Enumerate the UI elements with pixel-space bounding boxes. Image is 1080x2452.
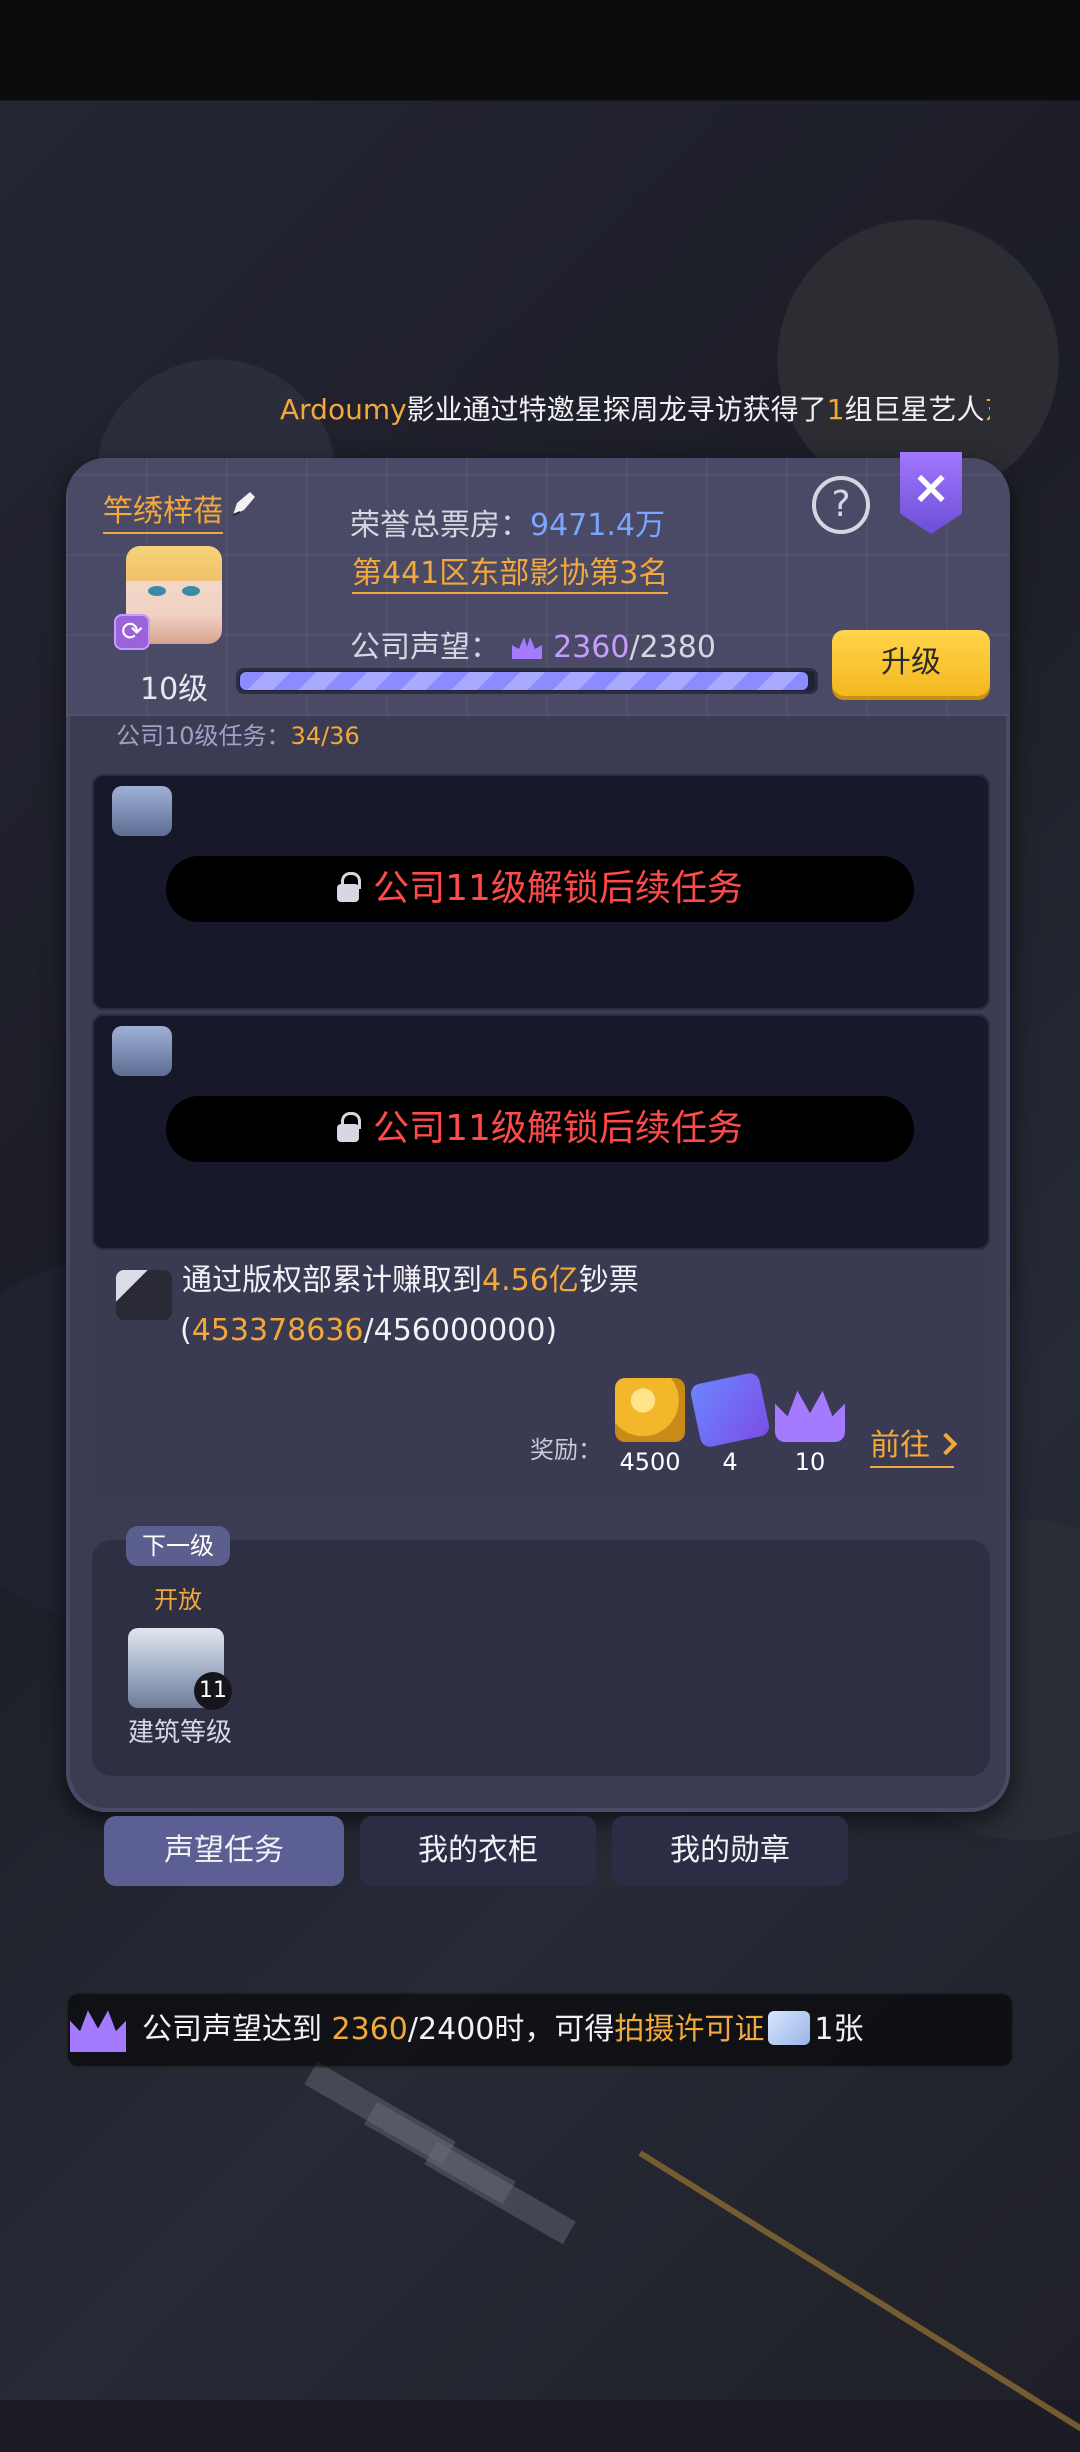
locked-task-pill: 公司11级解锁后续任务 — [166, 856, 914, 922]
task-amount: 4.56亿 — [482, 1263, 579, 1298]
banner-target: /2400时，可得 — [407, 2012, 615, 2047]
edit-icon[interactable] — [228, 490, 258, 520]
building-level-label: 建筑等级 — [128, 1718, 233, 1748]
upgrade-button[interactable]: 升级 — [832, 630, 990, 696]
reputation-max: /2380 — [629, 630, 716, 665]
banner-current: 2360 — [331, 2012, 408, 2047]
reward-coin: 4500 — [610, 1378, 690, 1478]
task-prefix: 通过版权部累计赚取到 — [182, 1263, 482, 1298]
tab-medals[interactable]: 我的勋章 — [612, 1816, 848, 1886]
task-open-paren: ( — [180, 1313, 192, 1348]
coin-icon — [615, 1378, 685, 1442]
clapperboard-icon — [116, 1270, 172, 1320]
bottom-tabs: 声望任务 我的衣柜 我的勋章 — [104, 1816, 852, 1886]
goto-label: 前往 — [870, 1428, 930, 1463]
chevron-right-icon — [934, 1432, 958, 1456]
task-header: 公司10级任务：34/36 — [92, 710, 992, 762]
progress-fill — [240, 672, 808, 690]
status-bar — [0, 0, 1080, 100]
swap-avatar-icon[interactable]: ⟳ — [114, 614, 150, 650]
permit-icon — [768, 2011, 811, 2045]
next-level-tag: 下一级 — [126, 1526, 230, 1566]
ticker-text: 组巨星艺人 — [844, 393, 985, 426]
locked-task-text: 公司11级解锁后续任务 — [373, 868, 743, 909]
reward-crown: 10 — [770, 1378, 850, 1478]
tab-wardrobe[interactable]: 我的衣柜 — [360, 1816, 596, 1886]
ticker-text: 影业通过特邀星探周龙寻访获得了 — [406, 393, 827, 426]
crown-icon — [775, 1390, 845, 1442]
task-target: /456000000) — [363, 1313, 558, 1348]
ticker-company: Ardoumy — [280, 393, 407, 426]
reputation-progress-bar — [236, 668, 818, 694]
locked-task-pill: 公司11级解锁后续任务 — [166, 1096, 914, 1162]
active-task-text: 通过版权部累计赚取到4.56亿钞票 (453378636/456000000) — [180, 1256, 639, 1356]
banner-suffix: 1张 — [814, 2012, 864, 2047]
task-line-1: 通过版权部累计赚取到4.56亿钞票 — [182, 1256, 639, 1306]
reward-ticket: 4 — [689, 1371, 771, 1478]
ticket-icon — [689, 1371, 771, 1449]
task-line-2: (453378636/456000000) — [180, 1306, 639, 1356]
news-ticker: Ardoumy影业通过特邀星探周龙寻访获得了1组巨星艺人东方 — [280, 380, 990, 440]
help-icon[interactable]: ? — [812, 476, 870, 534]
open-label: 开放 — [154, 1586, 202, 1614]
task-header-value: 34/36 — [290, 722, 360, 750]
building-level-badge: 11 — [194, 1672, 232, 1710]
goto-link[interactable]: 前往 — [870, 1420, 958, 1468]
task-header-label: 公司10级任务： — [116, 722, 291, 750]
player-name[interactable]: 竿绣梓蓓 — [103, 486, 223, 534]
reward-count: 10 — [794, 1448, 826, 1476]
ticker-num: 1 — [826, 393, 845, 426]
banner-prefix: 公司声望达到 — [142, 2012, 332, 2047]
banner-item: 拍摄许可证 — [614, 2012, 765, 2047]
idea-icon — [112, 1026, 172, 1076]
reputation-label: 公司声望： — [350, 630, 500, 665]
reward-count: 4500 — [619, 1448, 681, 1476]
task-current: 453378636 — [191, 1313, 364, 1348]
lock-icon — [337, 1112, 362, 1142]
box-office-title: 荣誉总票房： — [350, 508, 530, 543]
player-level: 10级 — [140, 672, 209, 707]
tab-reputation-tasks[interactable]: 声望任务 — [104, 1816, 344, 1886]
reputation-line: 公司声望： 2360/2380 — [350, 622, 716, 666]
rank-text[interactable]: 第441区东部影协第3名 — [352, 548, 669, 594]
box-office-label: 荣誉总票房：9471.4万 — [350, 500, 665, 544]
task-suffix: 钞票 — [578, 1263, 639, 1298]
building-icon — [112, 786, 172, 836]
ticker-artist: 东方 — [985, 393, 990, 426]
lock-icon — [337, 872, 362, 902]
locked-task-text: 公司11级解锁后续任务 — [373, 1108, 743, 1149]
reputation-current: 2360 — [553, 630, 630, 665]
reward-label: 奖励： — [530, 1436, 602, 1464]
banner-text: 公司声望达到 2360/2400时，可得拍摄许可证 1张 — [142, 1992, 863, 2068]
reward-count: 4 — [722, 1448, 738, 1476]
crown-icon — [511, 637, 542, 659]
box-office-value: 9471.4万 — [530, 508, 665, 543]
